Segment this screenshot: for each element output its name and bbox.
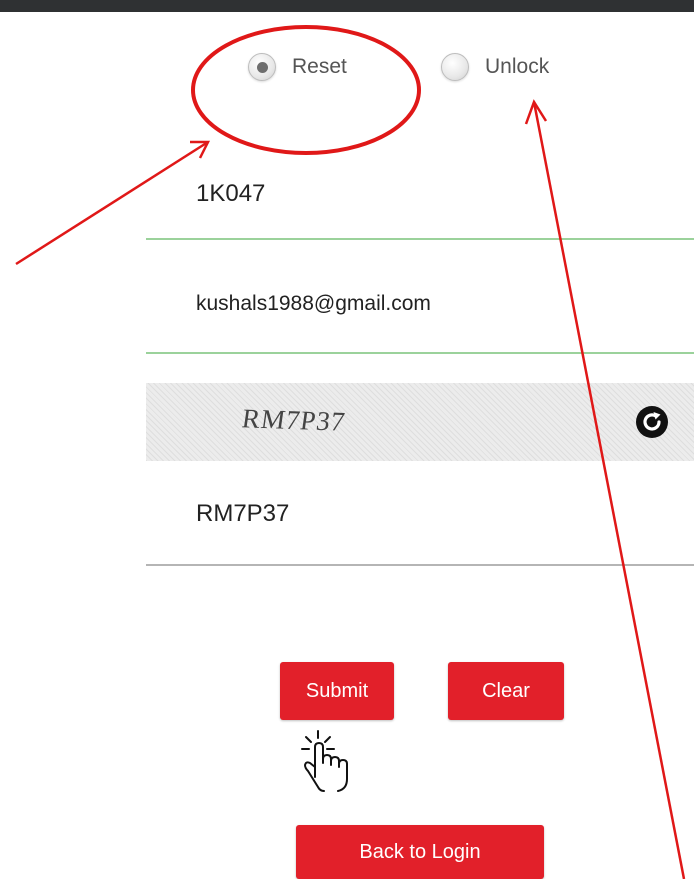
unlock-radio-circle[interactable] bbox=[441, 53, 469, 81]
captcha-input[interactable]: RM7P37 bbox=[146, 470, 694, 566]
reset-radio[interactable]: Reset bbox=[248, 53, 347, 81]
user-id-field[interactable]: 1K047 bbox=[146, 160, 694, 240]
email-field[interactable]: kushals1988@gmail.com bbox=[146, 270, 694, 354]
user-id-underline bbox=[146, 238, 694, 240]
mode-radio-group: Reset Unlock bbox=[0, 40, 694, 100]
user-id-value: 1K047 bbox=[196, 180, 266, 207]
captcha-input-underline bbox=[146, 564, 694, 566]
captcha-input-value: RM7P37 bbox=[196, 500, 290, 527]
submit-button[interactable]: Submit bbox=[280, 662, 394, 720]
hand-pointer-icon bbox=[301, 730, 348, 792]
top-status-bar bbox=[0, 0, 694, 12]
reset-radio-circle[interactable] bbox=[248, 53, 276, 81]
back-to-login-button[interactable]: Back to Login bbox=[296, 825, 544, 879]
email-underline bbox=[146, 352, 694, 354]
reset-radio-label: Reset bbox=[292, 55, 347, 78]
unlock-radio[interactable]: Unlock bbox=[441, 53, 549, 81]
clear-button[interactable]: Clear bbox=[448, 662, 564, 720]
radio-selected-dot bbox=[256, 61, 268, 73]
captcha-text: RM7P37 bbox=[240, 403, 348, 437]
captcha-image: RM7P37 bbox=[146, 383, 694, 461]
email-value: kushals1988@gmail.com bbox=[196, 292, 431, 315]
unlock-radio-label: Unlock bbox=[485, 55, 550, 78]
refresh-icon[interactable] bbox=[635, 405, 669, 439]
